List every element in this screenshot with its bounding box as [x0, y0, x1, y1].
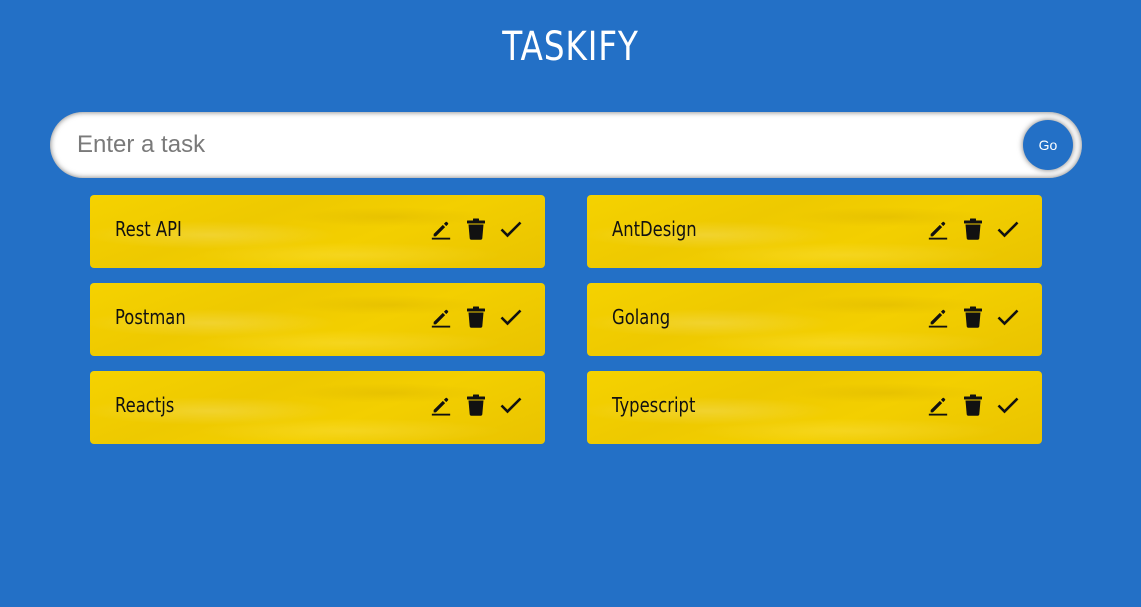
delete-icon[interactable]	[463, 216, 488, 241]
todo-text: Postman	[115, 305, 186, 329]
check-icon[interactable]	[995, 216, 1020, 241]
check-icon[interactable]	[498, 304, 523, 329]
go-button[interactable]: Go	[1023, 120, 1073, 170]
todo-text: Reactjs	[115, 393, 175, 417]
todo-card: Typescript	[587, 371, 1042, 444]
edit-icon[interactable]	[428, 304, 453, 329]
check-icon[interactable]	[995, 304, 1020, 329]
todo-actions	[418, 392, 523, 417]
check-icon[interactable]	[995, 392, 1020, 417]
delete-icon[interactable]	[463, 304, 488, 329]
todo-actions	[418, 304, 523, 329]
todo-card: Postman	[90, 283, 545, 356]
todo-card: Golang	[587, 283, 1042, 356]
app-title: TASKIFY	[502, 24, 639, 70]
todo-list-right: AntDesign Golang Typescript	[587, 195, 1042, 459]
delete-icon[interactable]	[960, 304, 985, 329]
todo-actions	[915, 216, 1020, 241]
todo-card: Reactjs	[90, 371, 545, 444]
check-icon[interactable]	[498, 216, 523, 241]
edit-icon[interactable]	[925, 216, 950, 241]
todo-text: Typescript	[612, 393, 696, 417]
todo-actions	[418, 216, 523, 241]
task-input[interactable]	[77, 112, 997, 178]
check-icon[interactable]	[498, 392, 523, 417]
delete-icon[interactable]	[960, 216, 985, 241]
todo-card: AntDesign	[587, 195, 1042, 268]
edit-icon[interactable]	[428, 216, 453, 241]
task-form: Go	[50, 112, 1082, 178]
todo-text: Golang	[612, 305, 671, 329]
todo-text: Rest API	[115, 217, 182, 241]
delete-icon[interactable]	[960, 392, 985, 417]
delete-icon[interactable]	[463, 392, 488, 417]
todo-list-left: Rest API Postman Reactjs	[90, 195, 545, 459]
todo-actions	[915, 304, 1020, 329]
edit-icon[interactable]	[428, 392, 453, 417]
todo-text: AntDesign	[612, 217, 697, 241]
todo-actions	[915, 392, 1020, 417]
edit-icon[interactable]	[925, 304, 950, 329]
todo-card: Rest API	[90, 195, 545, 268]
edit-icon[interactable]	[925, 392, 950, 417]
